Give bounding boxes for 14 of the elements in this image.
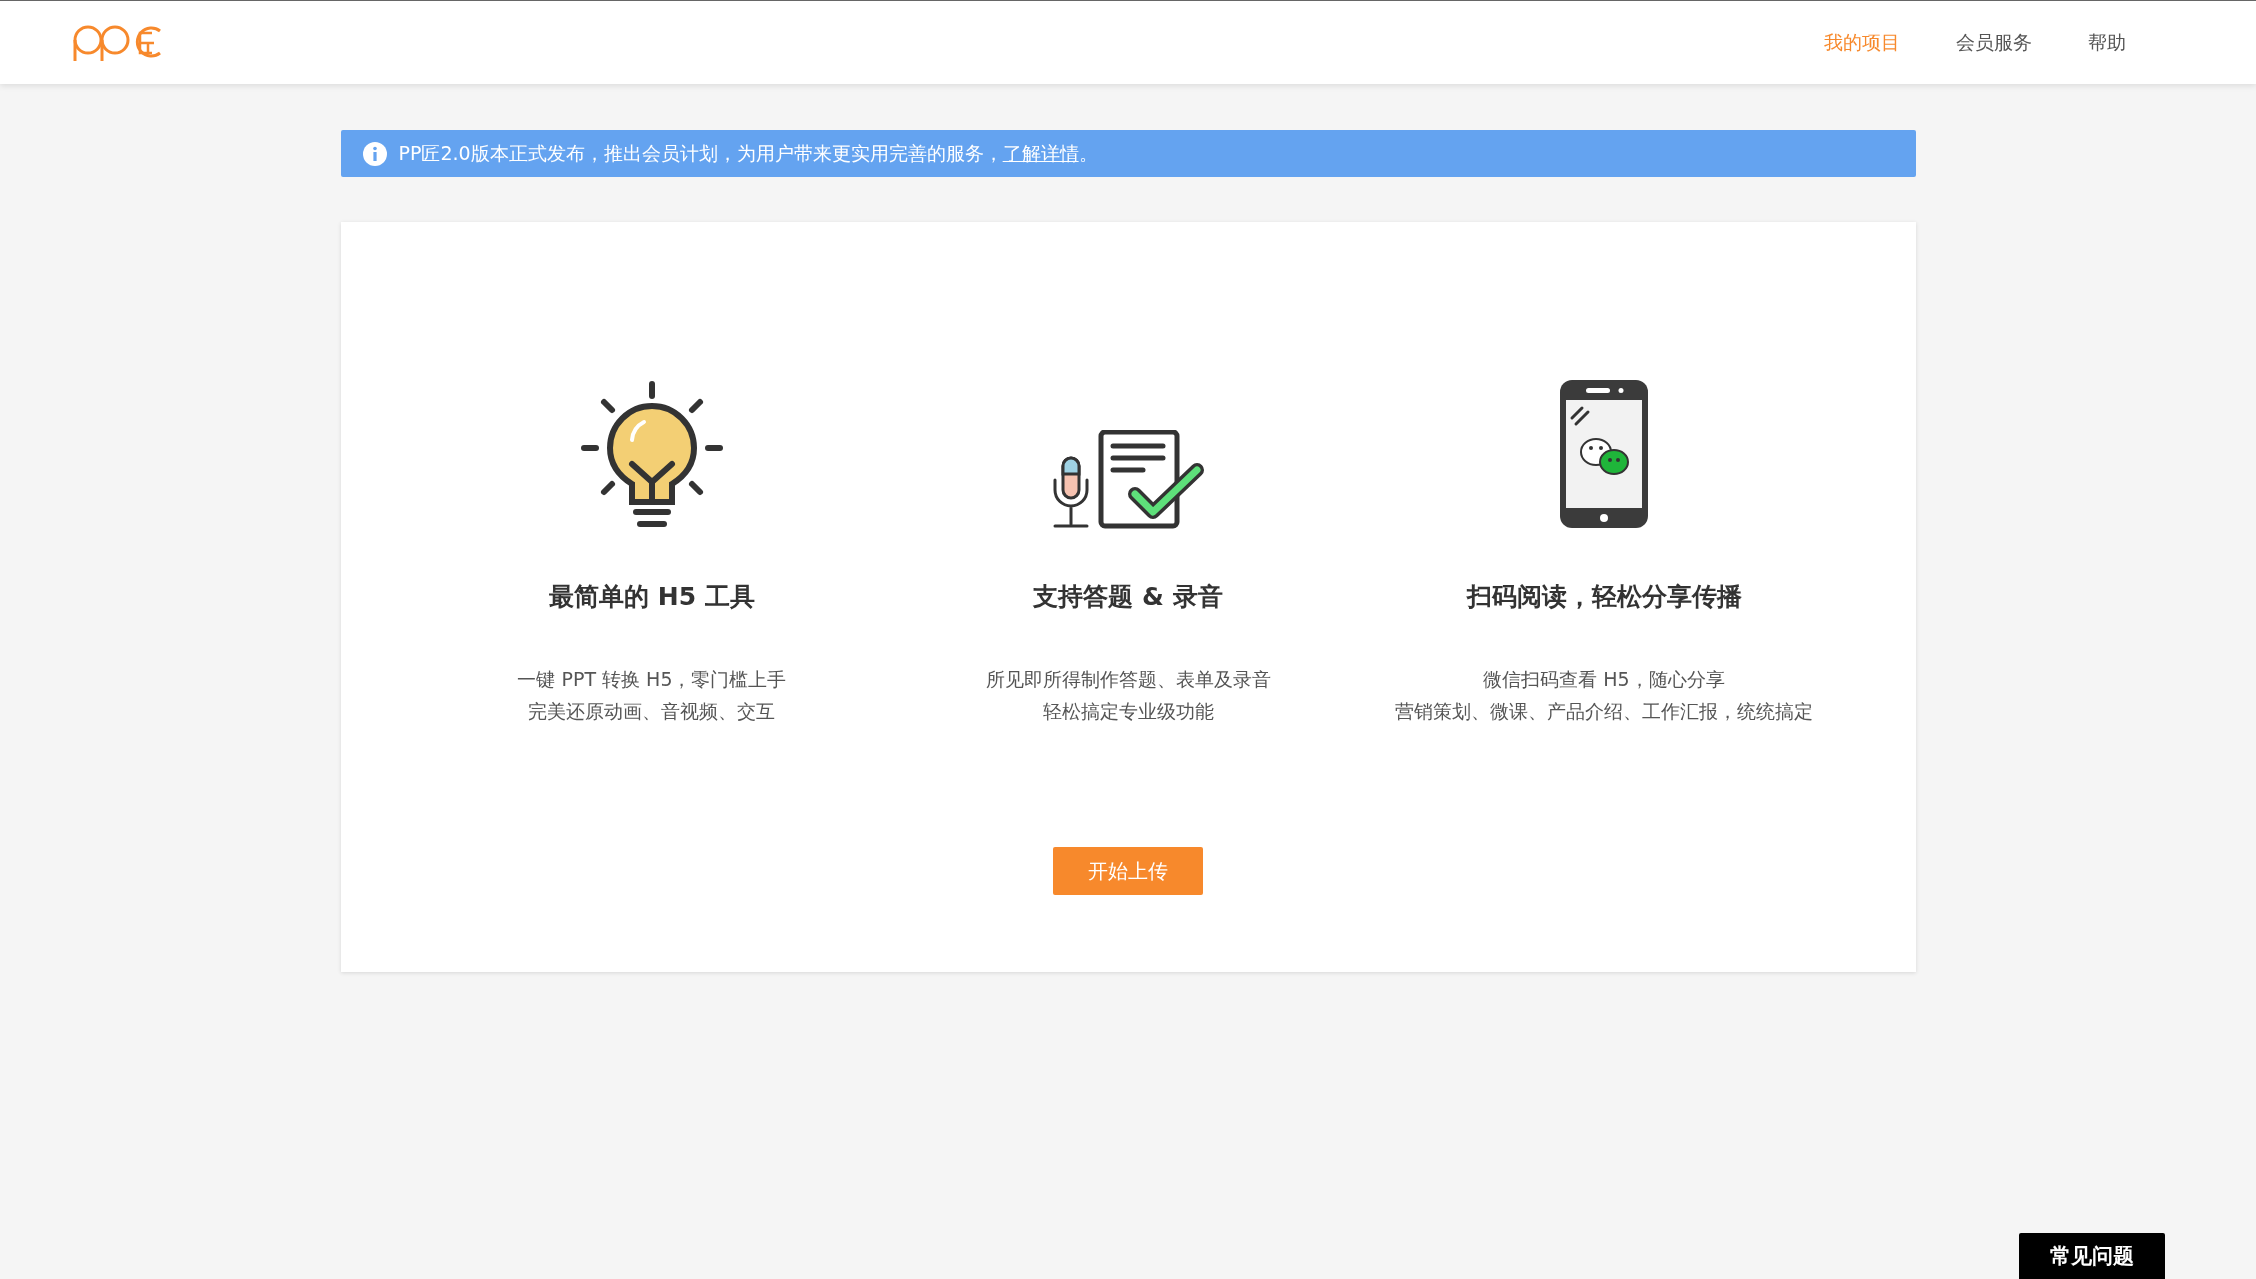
phone-chat-icon [1558, 378, 1650, 530]
feature-description: 所见即所得制作答题、表单及录音 轻松搞定专业级功能 [985, 667, 1271, 724]
feature-title: 支持答题 & 录音 [1033, 581, 1223, 613]
info-icon [362, 141, 387, 166]
notice-text: PP匠2.0版本正式发布，推出会员计划，为用户带来更实用完善的服务，了解详情。 [398, 140, 1098, 166]
microphone-and-checklist-icon [1051, 430, 1205, 530]
feature-description: 一键 PPT 转换 H5，零门槛上手 完美还原动画、音视频、交互 [517, 667, 787, 724]
feature-title: 扫码阅读，轻松分享传播 [1466, 581, 1742, 613]
feature-description: 微信扫码查看 H5，随心分享 营销策划、微课、产品介绍、工作汇报，统统搞定 [1395, 667, 1813, 724]
light-bulb-icon [580, 380, 724, 530]
nav-link[interactable]: 帮助 [2088, 29, 2126, 56]
feature-title: 最简单的 H5 工具 [549, 581, 755, 613]
faq-button[interactable]: 常见问题 [2019, 1233, 2165, 1279]
nav-link[interactable]: 会员服务 [1956, 29, 2032, 56]
